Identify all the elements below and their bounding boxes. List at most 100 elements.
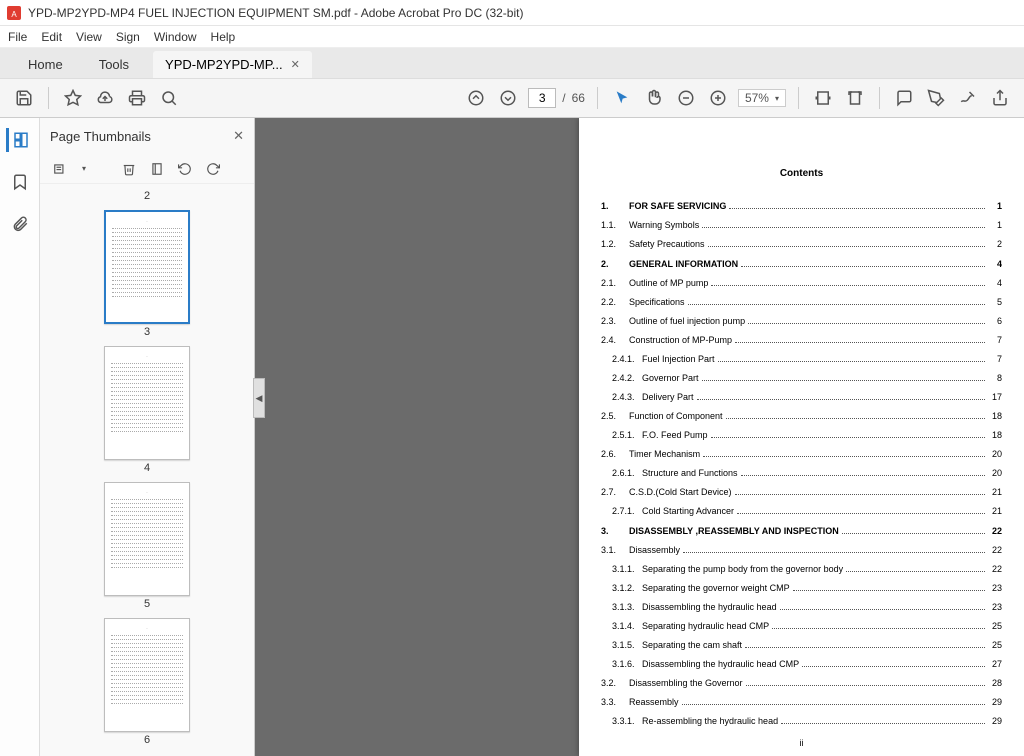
menu-sign[interactable]: Sign [116,30,140,44]
star-icon[interactable] [61,86,85,110]
thumbnails-title: Page Thumbnails [50,129,151,144]
highlight-icon[interactable] [924,86,948,110]
page-sep: / [562,91,565,105]
toc-row: 2.4.1.Fuel Injection Part7 [601,354,1002,364]
zoom-select[interactable]: 57% ▾ [738,89,786,107]
toc-row: 3.3.1.Re-assembling the hydraulic head29 [601,716,1002,726]
toc-row: 1.2.Safety Precautions2 [601,239,1002,249]
toc-row: 1.1.Warning Symbols1 [601,220,1002,230]
window-titlebar: A YPD-MP2YPD-MP4 FUEL INJECTION EQUIPMEN… [0,0,1024,26]
toc-row: 3.1.6.Disassembling the hydraulic head C… [601,659,1002,669]
zoom-value: 57% [745,91,769,105]
selection-tool-icon[interactable] [610,86,634,110]
menu-window[interactable]: Window [154,30,197,44]
search-icon[interactable] [157,86,181,110]
page-footer: ii [601,738,1002,748]
page-up-icon[interactable] [464,86,488,110]
rotate-ccw-icon[interactable] [178,162,192,176]
main-area: Page Thumbnails ✕ ▾ 2 ·3·4·5·6 ◀ Content… [0,118,1024,756]
close-panel-icon[interactable]: ✕ [233,128,244,144]
thumbnails-toolbar: ▾ [40,154,254,184]
toc-row: 2.4.Construction of MP-Pump7 [601,335,1002,345]
toc-row: 2.7.C.S.D.(Cold Start Device)21 [601,487,1002,497]
document-area[interactable]: Contents 1.FOR SAFE SERVICING1 1.1.Warnin… [255,118,1024,756]
page-total: 66 [572,91,585,105]
thumbnail-label: 4 [40,462,254,474]
toc-row: 3.1.5.Separating the cam shaft25 [601,640,1002,650]
thumbnail-page[interactable]: ·3 [40,210,254,338]
menu-file[interactable]: File [8,30,27,44]
toc-row: 2.4.2.Governor Part8 [601,373,1002,383]
left-rail [0,118,40,756]
toc-row: 2.6.Timer Mechanism20 [601,449,1002,459]
tabbar: Home Tools YPD-MP2YPD-MP... ✕ [0,48,1024,78]
thumbnail-label: 5 [40,598,254,610]
close-icon[interactable]: ✕ [291,58,300,71]
thumbnail-page[interactable]: ·4 [40,346,254,474]
zoom-in-icon[interactable] [706,86,730,110]
contents-heading: Contents [601,168,1002,179]
save-icon[interactable] [12,86,36,110]
sign-icon[interactable] [956,86,980,110]
toc-row: 3.2.Disassembling the Governor28 [601,678,1002,688]
toc-row: 3.1.2.Separating the governor weight CMP… [601,583,1002,593]
toolbar: / 66 57% ▾ [0,78,1024,118]
toc-row: 3.DISASSEMBLY ,REASSEMBLY AND INSPECTION… [601,526,1002,536]
insert-icon[interactable] [150,162,164,176]
fit-page-icon[interactable] [843,86,867,110]
toc-row: 2.5.1.F.O. Feed Pump18 [601,430,1002,440]
trash-icon[interactable] [122,162,136,176]
thumb-prelabel: 2 [40,190,254,202]
tab-document-label: YPD-MP2YPD-MP... [165,57,283,72]
toc-row: 3.1.4.Separating hydraulic head CMP25 [601,621,1002,631]
tab-tools[interactable]: Tools [81,51,147,78]
page-current-input[interactable] [528,88,556,108]
svg-text:A: A [11,10,17,19]
chevron-down-icon[interactable]: ▾ [82,164,86,173]
thumbnail-label: 3 [40,326,254,338]
menu-help[interactable]: Help [211,30,236,44]
toc-row: 2.6.1.Structure and Functions20 [601,468,1002,478]
toc-row: 2.GENERAL INFORMATION4 [601,259,1002,269]
fit-width-icon[interactable] [811,86,835,110]
share-icon[interactable] [988,86,1012,110]
menu-view[interactable]: View [76,30,102,44]
page-down-icon[interactable] [496,86,520,110]
window-title: YPD-MP2YPD-MP4 FUEL INJECTION EQUIPMENT … [28,6,523,20]
rotate-cw-icon[interactable] [206,162,220,176]
thumbnail-page[interactable]: ·6 [40,618,254,746]
chevron-down-icon: ▾ [775,94,779,103]
thumbnail-label: 6 [40,734,254,746]
tab-document[interactable]: YPD-MP2YPD-MP... ✕ [153,51,312,78]
toc-row: 3.1.1.Separating the pump body from the … [601,564,1002,574]
toc-row: 2.2.Specifications5 [601,297,1002,307]
collapse-handle[interactable]: ◀ [253,378,265,418]
toc-row: 3.1.3.Disassembling the hydraulic head23 [601,602,1002,612]
pdf-page: Contents 1.FOR SAFE SERVICING1 1.1.Warnin… [579,118,1024,756]
menu-edit[interactable]: Edit [41,30,62,44]
thumbnails-list[interactable]: 2 ·3·4·5·6 [40,184,254,756]
toc-row: 2.5.Function of Component18 [601,411,1002,421]
tab-home[interactable]: Home [10,51,81,78]
toc-row: 2.3.Outline of fuel injection pump6 [601,316,1002,326]
toc-row: 3.3.Reassembly29 [601,697,1002,707]
options-icon[interactable] [52,162,68,176]
zoom-out-icon[interactable] [674,86,698,110]
print-icon[interactable] [125,86,149,110]
thumbnails-header: Page Thumbnails ✕ [40,118,254,154]
toc-row: 1.FOR SAFE SERVICING1 [601,201,1002,211]
comment-icon[interactable] [892,86,916,110]
hand-tool-icon[interactable] [642,86,666,110]
cloud-upload-icon[interactable] [93,86,117,110]
thumbnail-page[interactable]: ·5 [40,482,254,610]
pdf-icon: A [6,5,22,21]
toc-row: 3.1.Disassembly22 [601,545,1002,555]
thumbnails-panel: Page Thumbnails ✕ ▾ 2 ·3·4·5·6 [40,118,255,756]
page-indicator: / 66 [528,88,585,108]
attachment-rail-icon[interactable] [8,212,32,236]
menubar: File Edit View Sign Window Help [0,26,1024,48]
thumbnails-rail-icon[interactable] [6,128,30,152]
toc-row: 2.4.3.Delivery Part17 [601,392,1002,402]
toc-row: 2.7.1.Cold Starting Advancer21 [601,506,1002,516]
bookmark-rail-icon[interactable] [8,170,32,194]
